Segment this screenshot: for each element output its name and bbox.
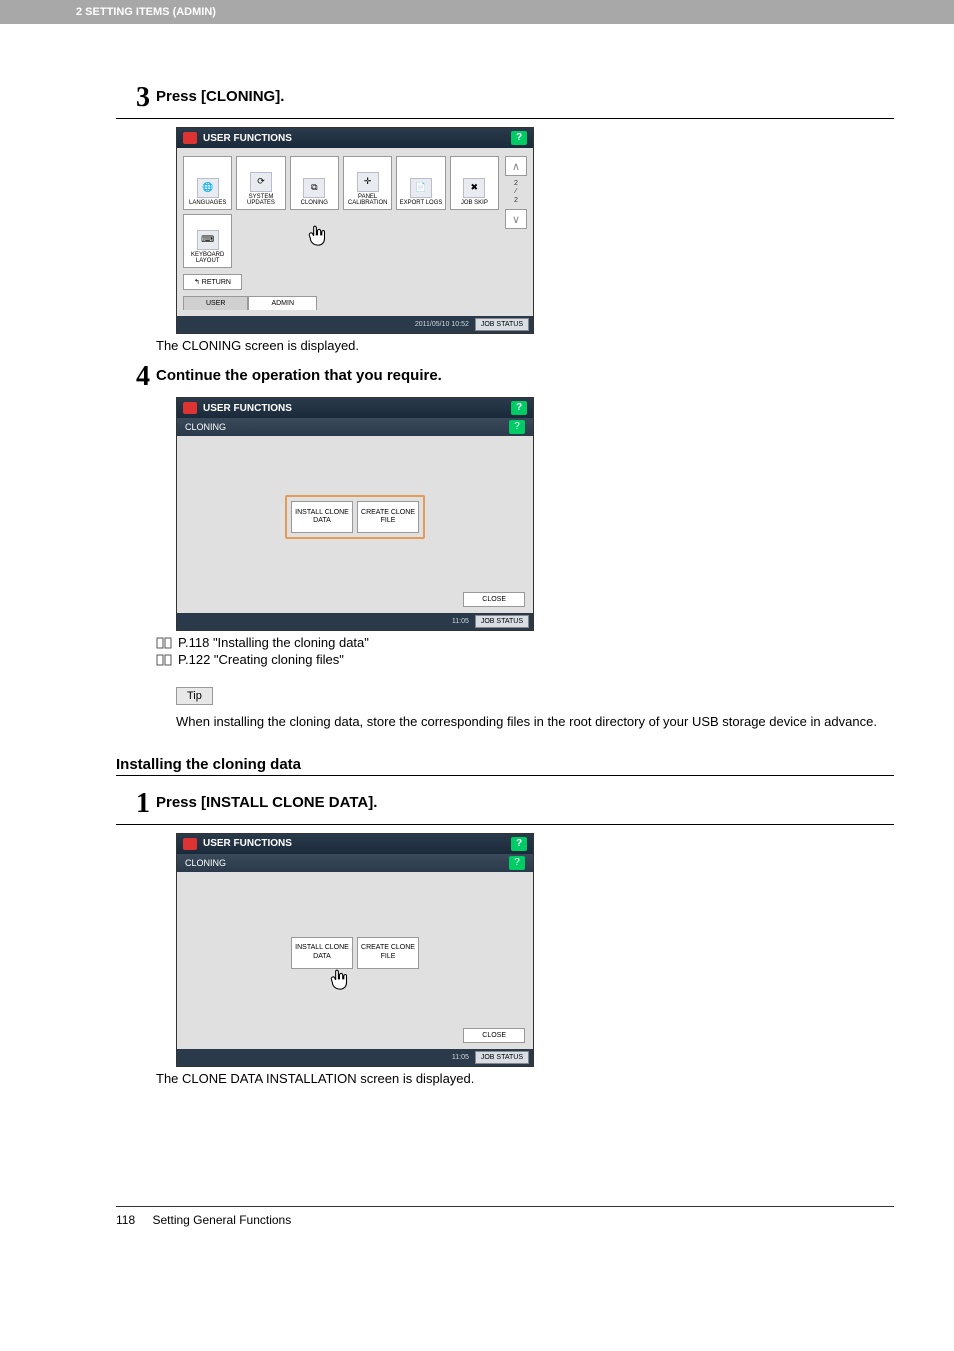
title-icon: [183, 402, 197, 414]
crossref-2: P.122 "Creating cloning files": [156, 652, 894, 667]
create-clone-file-button[interactable]: CREATE CLONE FILE: [357, 937, 419, 969]
step-number: 4: [116, 363, 150, 391]
screen-body: INSTALL CLONE DATA CREATE CLONE FILE: [177, 436, 533, 586]
user-tab[interactable]: USER: [183, 296, 248, 310]
job-status-button[interactable]: JOB STATUS: [475, 1051, 529, 1064]
step-number: 3: [116, 84, 150, 112]
help-icon[interactable]: ?: [511, 401, 527, 415]
tip-label: Tip: [176, 687, 213, 705]
screen-titlebar: USER FUNCTIONS ?: [177, 128, 533, 148]
screen-subtitle: CLONING ?: [177, 854, 533, 872]
help-icon[interactable]: ?: [511, 131, 527, 145]
close-button[interactable]: CLOSE: [463, 592, 525, 607]
timestamp: 11:05: [452, 618, 469, 625]
cloning-button[interactable]: ⧉CLONING: [290, 156, 339, 210]
step-title: Continue the operation that you require.: [156, 363, 894, 384]
step3-result: The CLONING screen is displayed.: [156, 338, 894, 353]
close-button[interactable]: CLOSE: [463, 1028, 525, 1043]
step1-result: The CLONE DATA INSTALLATION screen is di…: [156, 1071, 894, 1086]
chapter-header: 2 SETTING ITEMS (ADMIN): [0, 0, 954, 24]
panel-calibration-button[interactable]: ✛PANEL CALIBRATION: [343, 156, 392, 210]
step-1: 1 Press [INSTALL CLONE DATA].: [116, 790, 894, 818]
crossref-1: P.118 "Installing the cloning data": [156, 635, 894, 650]
timestamp: 11:05: [452, 1054, 469, 1061]
section-heading: Installing the cloning data: [116, 756, 894, 776]
screen-subtitle: CLONING ?: [177, 418, 533, 436]
screen-titlebar: USER FUNCTIONS ?: [177, 834, 533, 854]
page-number: 118: [116, 1213, 135, 1227]
screen-footer: 11:05 JOB STATUS: [177, 1049, 533, 1066]
export-logs-button[interactable]: 📄EXPORT LOGS: [396, 156, 445, 210]
job-status-button[interactable]: JOB STATUS: [475, 318, 529, 331]
system-updates-button[interactable]: ⟳SYSTEM UPDATES: [236, 156, 285, 210]
step-title: Press [INSTALL CLONE DATA].: [156, 790, 894, 811]
help-icon[interactable]: ?: [511, 837, 527, 851]
highlight-frame: INSTALL CLONE DATA CREATE CLONE FILE: [285, 495, 425, 539]
pager: ∧ 2⁄2 ∨: [505, 156, 527, 268]
help-icon[interactable]: ?: [509, 420, 525, 434]
step-3: 3 Press [CLONING].: [116, 84, 894, 112]
cloning-screen: USER FUNCTIONS ? CLONING ? INSTALL CLONE…: [176, 397, 534, 631]
admin-tab[interactable]: ADMIN: [248, 296, 317, 310]
job-skip-button[interactable]: ✖JOB SKIP: [450, 156, 499, 210]
title-icon: [183, 132, 197, 144]
close-row: CLOSE: [177, 1022, 533, 1049]
install-clone-data-button[interactable]: INSTALL CLONE DATA: [291, 501, 353, 533]
screen-titlebar: USER FUNCTIONS ?: [177, 398, 533, 418]
tip-body: When installing the cloning data, store …: [176, 713, 894, 732]
book-icon: [156, 637, 172, 649]
screen-footer: 2011/05/10 10:52 JOB STATUS: [177, 316, 533, 333]
screen-title: USER FUNCTIONS: [203, 133, 292, 144]
title-icon: [183, 838, 197, 850]
page-footer: 118 Setting General Functions: [116, 1206, 894, 1227]
page-up-button[interactable]: ∧: [505, 156, 527, 176]
book-icon: [156, 654, 172, 666]
screen-title: USER FUNCTIONS: [203, 403, 292, 414]
close-row: CLOSE: [177, 586, 533, 613]
install-clone-data-button[interactable]: INSTALL CLONE DATA: [291, 937, 353, 969]
icon-grid: 🌐LANGUAGES ⟳SYSTEM UPDATES ⧉CLONING ✛PAN…: [183, 156, 499, 268]
screen-footer: 11:05 JOB STATUS: [177, 613, 533, 630]
screen-body: 🌐LANGUAGES ⟳SYSTEM UPDATES ⧉CLONING ✛PAN…: [177, 148, 533, 316]
timestamp: 2011/05/10 10:52: [415, 321, 469, 328]
screen-body: INSTALL CLONE DATA CREATE CLONE FILE: [177, 872, 533, 1022]
step-title: Press [CLONING].: [156, 84, 894, 105]
languages-button[interactable]: 🌐LANGUAGES: [183, 156, 232, 210]
page-down-button[interactable]: ∨: [505, 209, 527, 229]
page-indicator: 2⁄2: [514, 180, 518, 205]
pointer-hand-icon: [327, 968, 353, 994]
screen-title: USER FUNCTIONS: [203, 838, 292, 849]
keyboard-layout-button[interactable]: ⌨KEYBOARD LAYOUT: [183, 214, 232, 268]
step-number: 1: [116, 790, 150, 818]
tab-row: USER ADMIN: [183, 296, 527, 310]
cloning-screen-2: USER FUNCTIONS ? CLONING ? INSTALL CLONE…: [176, 833, 534, 1067]
user-functions-screen: USER FUNCTIONS ? 🌐LANGUAGES ⟳SYSTEM UPDA…: [176, 127, 534, 334]
step-4: 4 Continue the operation that you requir…: [116, 363, 894, 391]
job-status-button[interactable]: JOB STATUS: [475, 615, 529, 628]
pointer-hand-icon: [305, 224, 331, 250]
return-button[interactable]: ↰ RETURN: [183, 274, 242, 290]
help-icon[interactable]: ?: [509, 856, 525, 870]
footer-chapter: Setting General Functions: [152, 1213, 291, 1227]
page-content: 3 Press [CLONING]. USER FUNCTIONS ? 🌐LAN…: [0, 24, 954, 1247]
create-clone-file-button[interactable]: CREATE CLONE FILE: [357, 501, 419, 533]
